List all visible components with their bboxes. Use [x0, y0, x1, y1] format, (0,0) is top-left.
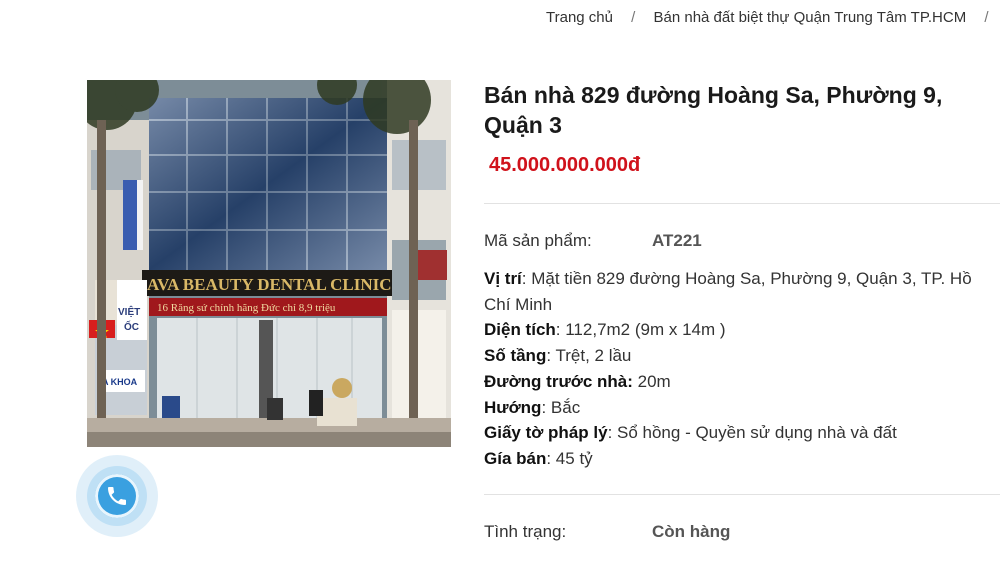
product-title: Bán nhà 829 đường Hoàng Sa, Phường 9, Qu… [484, 82, 943, 138]
product-image[interactable]: AVA BEAUTY DENTAL CLINIC 16 Răng sứ chín… [87, 80, 451, 447]
side-sign-2: ỐC [124, 319, 139, 333]
spec-floors: Số tầng: Trệt, 2 lầu [484, 346, 632, 366]
spec-area: Diện tích: 112,7m2 (9m x 14m ) [484, 320, 726, 340]
phone-icon [108, 487, 126, 505]
call-button-ring [87, 466, 147, 526]
call-button[interactable] [76, 455, 158, 537]
side-sign-1: VIỆT [118, 305, 140, 318]
breadcrumb-separator: / [631, 9, 636, 26]
spec-road-width: Đường trước nhà: 20m [484, 371, 671, 391]
sku-value: AT221 [652, 231, 702, 250]
product-price: 45.000.000.000đ [489, 154, 641, 176]
breadcrumb-home-link[interactable]: Trang chủ [546, 9, 613, 26]
side-sign-3: A KHOA [102, 377, 138, 387]
status-value: Còn hàng [652, 522, 731, 541]
status-label: Tình trạng: [484, 522, 567, 541]
spec-legal: Giấy tờ pháp lý: Sổ hồng - Quyền sử dụng… [484, 423, 897, 443]
sign-sub-text: 16 Răng sứ chính hãng Đức chỉ 8,9 triệu [157, 302, 336, 314]
breadcrumb-separator: / [984, 9, 989, 26]
sku-row: Mã sản phẩm: AT221 [484, 231, 702, 251]
sku-label: Mã sản phẩm: [484, 231, 592, 250]
spec-location: Vị trí: Mặt tiền 829 đường Hoàng Sa, Phư… [484, 269, 972, 314]
breadcrumb: Trang chủ / Bán nhà đất biệt thự Quận Tr… [546, 9, 1000, 26]
divider [484, 203, 1000, 204]
sign-main-text: AVA BEAUTY DENTAL CLINIC [147, 275, 392, 294]
divider [484, 494, 1000, 495]
breadcrumb-category-link[interactable]: Bán nhà đất biệt thự Quận Trung Tâm TP.H… [654, 9, 967, 26]
spec-sale-price: Gía bán: 45 tỷ [484, 448, 593, 468]
product-specs: Vị trí: Mặt tiền 829 đường Hoàng Sa, Phư… [484, 266, 994, 472]
call-button-core [95, 474, 139, 518]
spec-direction: Hướng: Bắc [484, 397, 581, 417]
status-row: Tình trạng: Còn hàng [484, 522, 730, 542]
